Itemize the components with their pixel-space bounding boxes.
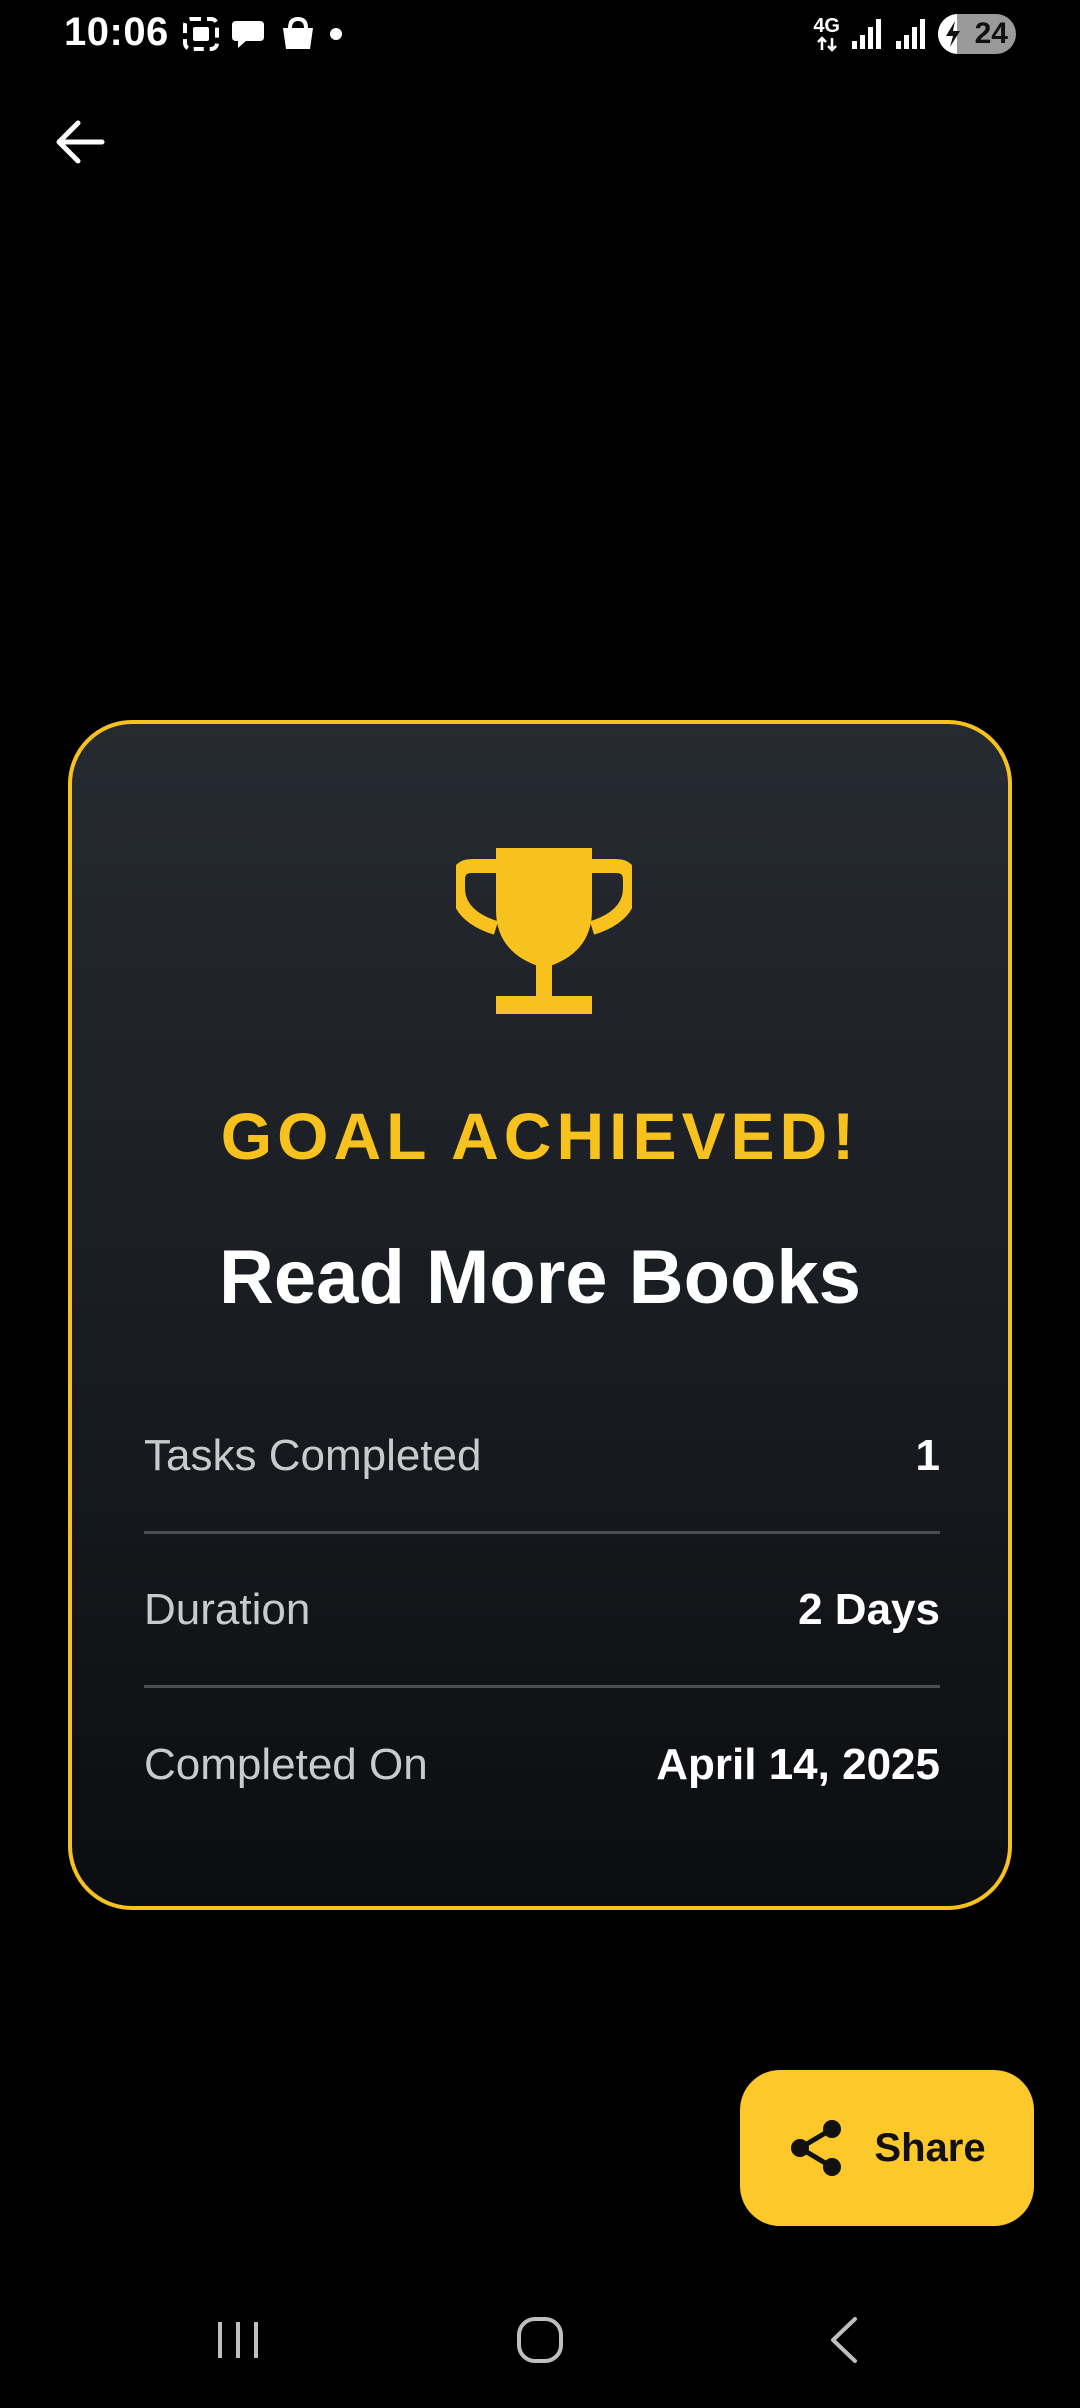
battery-charging-icon: 24 xyxy=(938,14,1016,54)
dot-icon xyxy=(330,28,342,40)
back-icon xyxy=(831,2317,857,2363)
arrow-left-icon xyxy=(56,120,105,164)
stat-value: 2 Days xyxy=(798,1584,940,1634)
stat-value: 1 xyxy=(915,1430,940,1480)
shopping-bag-icon xyxy=(283,16,313,49)
home-button[interactable] xyxy=(480,2290,600,2390)
share-button[interactable]: Share xyxy=(740,2070,1034,2226)
stat-row-duration: Duration 2 Days xyxy=(144,1534,940,1688)
signal-icon xyxy=(896,19,925,49)
battery-level: 24 xyxy=(974,17,1008,50)
status-notification-icons xyxy=(182,16,344,52)
goal-stats: Tasks Completed 1 Duration 2 Days Comple… xyxy=(144,1380,940,1842)
stat-row-completed-on: Completed On April 14, 2025 xyxy=(144,1688,940,1842)
network-4g-icon: 4G xyxy=(813,16,840,52)
signal-icon xyxy=(852,19,881,49)
stat-label: Duration xyxy=(144,1584,311,1634)
share-icon xyxy=(791,2120,842,2176)
screenshot-icon xyxy=(183,17,219,51)
network-type: 4G xyxy=(813,15,840,37)
recent-apps-button[interactable] xyxy=(178,2290,298,2390)
stat-label: Completed On xyxy=(144,1740,428,1789)
back-button[interactable] xyxy=(40,102,120,182)
goal-achieved-card: GOAL ACHIEVED! Read More Books Tasks Com… xyxy=(68,720,1012,1910)
share-label: Share xyxy=(874,2125,986,2170)
nav-back-button[interactable] xyxy=(784,2290,904,2390)
system-nav-bar xyxy=(0,2290,1080,2390)
bolt-icon xyxy=(946,21,960,47)
status-system-icons: 4G 24 xyxy=(813,14,1016,54)
stat-label: Tasks Completed xyxy=(144,1430,482,1480)
goal-title: Read More Books xyxy=(219,1235,861,1320)
stat-value: April 14, 2025 xyxy=(656,1740,940,1789)
stat-row-tasks-completed: Tasks Completed 1 xyxy=(144,1380,940,1534)
chat-bubble-icon xyxy=(232,21,264,48)
recent-apps-icon xyxy=(218,2322,258,2358)
status-time: 10:06 xyxy=(64,10,169,54)
goal-achieved-label: GOAL ACHIEVED! xyxy=(220,1099,860,1173)
trophy-icon xyxy=(456,848,632,1014)
status-bar: 10:06 4G 24 xyxy=(0,0,1080,72)
home-icon xyxy=(517,2317,563,2363)
